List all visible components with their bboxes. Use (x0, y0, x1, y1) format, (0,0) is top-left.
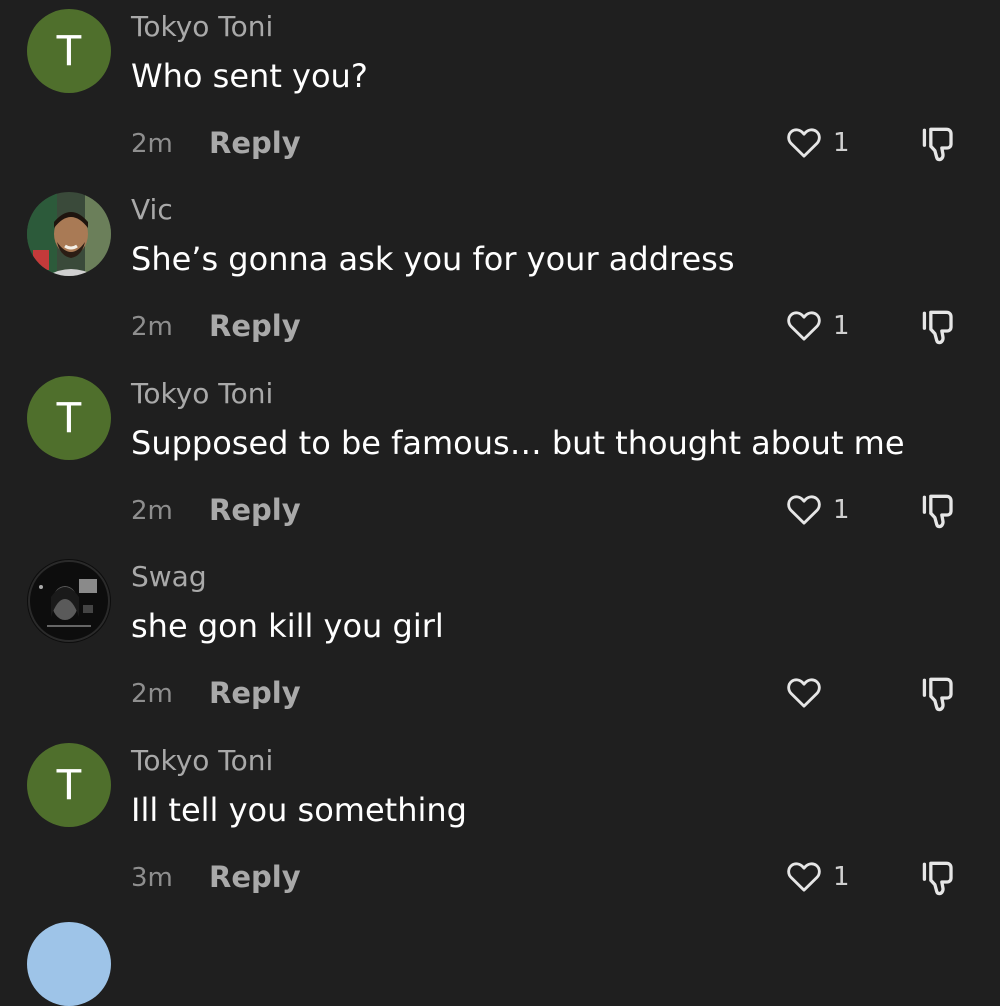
comment-text: Supposed to be famous… but thought about… (131, 424, 905, 462)
comment-timestamp: 3m (131, 863, 173, 893)
heart-outline-icon (787, 128, 821, 158)
comment-username[interactable]: Vic (131, 192, 173, 228)
like-count: 1 (833, 311, 850, 341)
comment-item: Vic She’s gonna ask you for your address… (0, 183, 1000, 366)
reply-button[interactable]: Reply (209, 124, 301, 162)
thumbs-down-icon (922, 861, 953, 896)
like-button[interactable]: 1 (784, 122, 854, 166)
thumbs-down-icon (922, 494, 953, 529)
comment-text: Who sent you? (131, 57, 368, 95)
like-count: 1 (833, 495, 850, 525)
avatar[interactable]: T (27, 376, 111, 460)
comment-item: T Tokyo Toni Supposed to be famous… but … (0, 367, 1000, 550)
avatar[interactable]: T (27, 743, 111, 827)
thumbs-down-icon (922, 677, 953, 712)
dislike-button[interactable] (918, 856, 966, 900)
heart-outline-icon (787, 678, 821, 708)
comment-item: T Tokyo Toni Who sent you? 2m Reply 1 (0, 0, 1000, 183)
comment-timestamp: 2m (131, 679, 173, 709)
dislike-button[interactable] (918, 489, 966, 533)
dislike-button[interactable] (918, 672, 966, 716)
like-count: 1 (833, 128, 850, 158)
comment-username[interactable]: Tokyo Toni (131, 743, 273, 779)
avatar[interactable] (27, 922, 111, 1006)
comment-timestamp: 2m (131, 496, 173, 526)
comment-username[interactable]: Tokyo Toni (131, 9, 273, 45)
heart-outline-icon (787, 862, 821, 892)
comment-item: T Tokyo Toni Ill tell you something 3m R… (0, 734, 1000, 917)
like-button[interactable]: 1 (784, 856, 854, 900)
avatar[interactable] (27, 192, 111, 276)
comment-timestamp: 2m (131, 129, 173, 159)
heart-outline-icon (787, 495, 821, 525)
comment-username[interactable]: Swag (131, 559, 207, 595)
thumbs-down-icon (922, 127, 953, 162)
comment-item: Swag she gon kill you girl 2m Reply (0, 550, 1000, 733)
reply-button[interactable]: Reply (209, 674, 301, 712)
comment-text: She’s gonna ask you for your address (131, 240, 735, 278)
reply-button[interactable]: Reply (209, 858, 301, 896)
comment-timestamp: 2m (131, 312, 173, 342)
comment-text: Ill tell you something (131, 791, 467, 829)
comment-text: she gon kill you girl (131, 607, 444, 645)
like-button[interactable]: 1 (784, 489, 854, 533)
like-count: 1 (833, 862, 850, 892)
reply-button[interactable]: Reply (209, 491, 301, 529)
comment-username[interactable]: Tokyo Toni (131, 376, 273, 412)
heart-outline-icon (787, 311, 821, 341)
avatar[interactable]: T (27, 9, 111, 93)
thumbs-down-icon (922, 310, 953, 345)
reply-button[interactable]: Reply (209, 307, 301, 345)
avatar[interactable] (27, 559, 111, 643)
dislike-button[interactable] (918, 305, 966, 349)
like-button[interactable]: 1 (784, 305, 854, 349)
dislike-button[interactable] (918, 122, 966, 166)
like-button[interactable] (784, 672, 854, 716)
